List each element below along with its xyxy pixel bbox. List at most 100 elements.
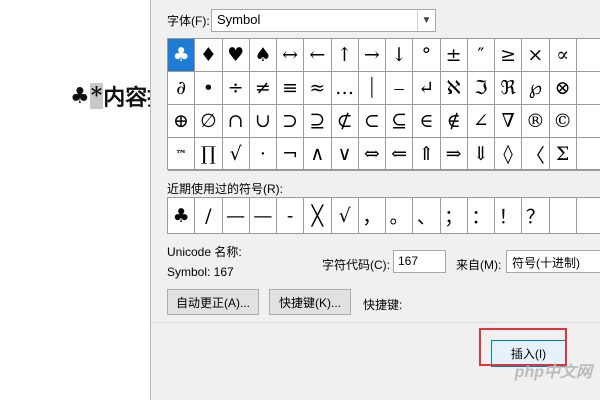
- symbol-cell[interactable]: ∇: [495, 105, 523, 138]
- symbol-dialog: 字体(F): Symbol ▼ ♣ ♦ ♥ ♠ ↔ ← ↑ → ↓ ° ± ″ ≥ × ∝ ∂ • ÷ ≠ ≡ ≈… ⏐ ⎯…: [150, 0, 600, 400]
- symbol-cell[interactable]: ↑: [331, 39, 359, 72]
- recent-symbols-grid[interactable]: ♣ / — — - ╳ √，。、；：！？: [167, 197, 600, 234]
- recent-symbol-cell[interactable]: ？: [522, 198, 550, 233]
- recent-symbol-cell[interactable]: 、: [413, 198, 441, 233]
- document-area: ♣ * 内容提: [0, 0, 169, 400]
- symbol-cell[interactable]: ⊄: [331, 105, 359, 138]
- symbol-cell[interactable]: ÷: [222, 72, 250, 105]
- symbol-cell[interactable]: →: [358, 39, 386, 72]
- recent-symbol-cell[interactable]: ；: [441, 198, 468, 233]
- symbol-cell[interactable]: ∏: [195, 138, 223, 171]
- recent-symbol-cell[interactable]: —: [250, 198, 277, 233]
- symbol-cell[interactable]: ∧: [304, 138, 332, 171]
- symbol-cell[interactable]: ∨: [331, 138, 359, 171]
- symbol-cell[interactable]: ∈: [413, 105, 441, 138]
- symbol-cell[interactable]: ⊆: [386, 105, 414, 138]
- recent-symbol-cell[interactable]: √: [332, 198, 359, 233]
- symbol-cell[interactable]: ″: [467, 39, 495, 72]
- symbol-cell[interactable]: ℑ: [467, 72, 495, 105]
- symbol-cell[interactable]: ∪: [249, 105, 277, 138]
- symbol-cell[interactable]: ⎯: [386, 72, 414, 105]
- symbol-grid[interactable]: ♣ ♦ ♥ ♠ ↔ ← ↑ → ↓ ° ± ″ ≥ × ∝ ∂ • ÷ ≠ ≡ ≈… ⏐ ⎯ ↵ ℵ ℑ ℜ ℘ ⊗ ⊕ ∅ ∩ ∪ ⊃ ⊇ ⊄ ⊂ ⊆ ∈…: [167, 38, 600, 171]
- symbol-cell[interactable]: ⋅: [249, 138, 277, 171]
- recent-symbol-cell[interactable]: ♣: [168, 198, 196, 233]
- recent-symbol-cell[interactable]: /: [195, 198, 223, 233]
- symbol-cell[interactable]: ♥: [222, 39, 250, 72]
- recent-symbol-cell[interactable]: 。: [386, 198, 414, 233]
- symbol-cell[interactable]: √: [222, 138, 250, 171]
- symbol-cell[interactable]: ®: [522, 105, 550, 138]
- symbol-cell[interactable]: ™: [168, 138, 196, 171]
- symbol-cell[interactable]: ⊗: [549, 72, 577, 105]
- recent-symbol-cell[interactable]: —: [223, 198, 250, 233]
- recent-symbol-cell-empty: [550, 198, 577, 233]
- symbol-cell[interactable]: ♠: [249, 39, 277, 72]
- symbol-cell[interactable]: ⊂: [358, 105, 386, 138]
- symbol-cell[interactable]: ∉: [440, 105, 468, 138]
- symbol-cell[interactable]: ⇔: [358, 138, 386, 171]
- char-code-label: 字符代码(C):: [322, 258, 390, 272]
- symbol-cell[interactable]: ℵ: [440, 72, 468, 105]
- symbol-cell[interactable]: ≥: [495, 39, 523, 72]
- symbol-cell[interactable]: •: [195, 72, 223, 105]
- symbol-cell[interactable]: …: [331, 72, 359, 105]
- symbol-cell-empty: [576, 138, 600, 171]
- symbol-cell[interactable]: ∩: [222, 105, 250, 138]
- symbol-cell[interactable]: ∂: [168, 72, 196, 105]
- symbol-cell[interactable]: ℜ: [495, 72, 523, 105]
- unicode-name-label: Unicode 名称:: [167, 245, 242, 259]
- recent-symbol-cell[interactable]: ，: [359, 198, 386, 233]
- symbol-cell[interactable]: ◊: [495, 138, 523, 171]
- symbol-cell[interactable]: Σ: [549, 138, 577, 171]
- symbol-cell[interactable]: ≈: [304, 72, 332, 105]
- symbol-cell[interactable]: ↵: [413, 72, 441, 105]
- symbol-cell[interactable]: ←: [304, 39, 332, 72]
- recent-symbol-cell[interactable]: ！: [495, 198, 523, 233]
- shortcut-key-label: 快捷键:: [363, 298, 403, 312]
- symbol-cell[interactable]: ⇓: [467, 138, 495, 171]
- symbol-cell[interactable]: ∝: [549, 39, 577, 72]
- symbol-cell[interactable]: ⇐: [386, 138, 414, 171]
- symbol-cell[interactable]: ℘: [522, 72, 550, 105]
- autocorrect-button[interactable]: 自动更正(A)...: [167, 289, 259, 315]
- symbol-cell[interactable]: ⊕: [168, 105, 196, 138]
- symbol-code-text: Symbol: 167: [167, 265, 234, 279]
- font-select[interactable]: Symbol ▼: [211, 9, 436, 32]
- symbol-cell-empty: [576, 72, 600, 105]
- from-select[interactable]: 符号(十进制): [506, 250, 600, 273]
- symbol-cell[interactable]: ©: [549, 105, 577, 138]
- symbol-cell[interactable]: ∅: [195, 105, 223, 138]
- selected-asterisk[interactable]: *: [89, 83, 104, 109]
- symbol-cell[interactable]: ±: [440, 39, 468, 72]
- from-label: 来自(M):: [456, 258, 502, 272]
- font-label: 字体(F):: [167, 13, 210, 28]
- symbol-cell[interactable]: ⇒: [440, 138, 468, 171]
- symbol-cell-empty: [576, 39, 600, 72]
- recent-symbol-cell[interactable]: ：: [468, 198, 495, 233]
- symbol-cell[interactable]: ↔: [277, 39, 305, 72]
- symbol-cell[interactable]: ⊇: [304, 105, 332, 138]
- symbol-cell[interactable]: ≠: [249, 72, 277, 105]
- recent-symbol-cell[interactable]: ╳: [304, 198, 332, 233]
- symbol-cell[interactable]: °: [413, 39, 441, 72]
- recent-symbols-label: 近期使用过的符号(R):: [167, 182, 283, 196]
- symbol-cell[interactable]: ↓: [386, 39, 414, 72]
- symbol-cell[interactable]: ♦: [195, 39, 223, 72]
- symbol-cell[interactable]: ∠: [467, 105, 495, 138]
- symbol-cell[interactable]: ×: [522, 39, 550, 72]
- recent-symbol-cell[interactable]: -: [277, 198, 305, 233]
- chevron-down-icon[interactable]: ▼: [417, 10, 435, 31]
- symbol-cell[interactable]: ♣: [168, 39, 196, 72]
- watermark-text: php中文网: [514, 364, 592, 381]
- symbol-cell[interactable]: ⏐: [358, 72, 386, 105]
- shortcut-key-button[interactable]: 快捷键(K)...: [269, 289, 351, 315]
- symbol-cell[interactable]: ⊃: [277, 105, 305, 138]
- char-code-input[interactable]: 167: [393, 250, 446, 273]
- font-value: Symbol: [217, 12, 261, 27]
- symbol-cell[interactable]: 〈: [522, 138, 550, 171]
- symbol-cell[interactable]: ¬: [277, 138, 305, 171]
- symbol-cell[interactable]: ≡: [277, 72, 305, 105]
- symbol-cell[interactable]: ⇑: [413, 138, 441, 171]
- club-symbol-text: ♣: [70, 83, 90, 109]
- recent-symbol-cell-empty: [577, 198, 600, 233]
